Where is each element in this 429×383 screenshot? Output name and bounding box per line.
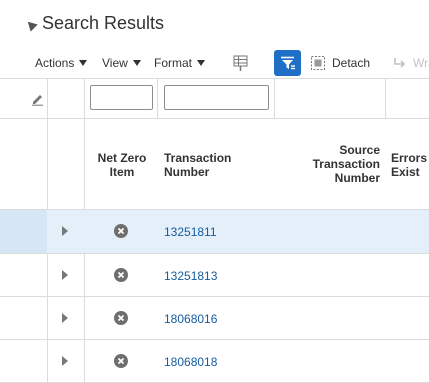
row-header[interactable] — [0, 254, 47, 297]
detach-label: Detach — [332, 56, 371, 70]
query-by-example-button[interactable] — [274, 50, 301, 76]
transaction-number-link[interactable]: 13251813 — [164, 269, 217, 283]
column-header-net-zero-item[interactable]: Net Zero Item — [94, 151, 150, 179]
expand-row-icon[interactable] — [62, 270, 68, 280]
detach-icon — [311, 56, 325, 70]
view-menu-label: View — [102, 56, 128, 70]
x-circle-icon — [114, 224, 128, 238]
header-text: Number — [164, 165, 210, 179]
column-header-source-transaction-number[interactable]: Source Transaction Number — [296, 143, 380, 185]
transaction-number-filter-input[interactable] — [164, 85, 269, 110]
header-text: Number — [334, 171, 380, 185]
row-header[interactable] — [0, 210, 47, 253]
expand-row-icon[interactable] — [62, 356, 68, 366]
expand-row-icon[interactable] — [62, 226, 68, 236]
results-toolbar: Actions View Format Detach Wr — [0, 48, 429, 78]
transaction-number-link[interactable]: 18068016 — [164, 312, 217, 326]
format-menu[interactable]: Format — [154, 48, 206, 78]
filter-icon — [280, 56, 295, 70]
row-header[interactable] — [0, 297, 47, 340]
section-title: Search Results — [42, 12, 165, 33]
header-text: Transaction — [312, 157, 380, 171]
divider — [0, 118, 429, 119]
freeze-columns-button[interactable] — [231, 49, 251, 77]
header-text: Net Zero — [97, 151, 147, 165]
chevron-down-icon — [197, 60, 206, 66]
view-menu[interactable]: View — [102, 48, 141, 78]
row-header[interactable] — [0, 340, 47, 383]
collapse-triangle-icon[interactable] — [24, 17, 38, 32]
header-text: Source — [339, 143, 380, 157]
divider — [0, 78, 429, 79]
x-circle-icon — [114, 354, 128, 368]
wrap-icon — [394, 58, 406, 68]
transaction-number-link[interactable]: 13251811 — [164, 225, 217, 239]
freeze-icon — [233, 55, 248, 71]
wrap-button[interactable]: Wra — [393, 48, 429, 78]
results-table: Net Zero Item Transaction Number Source … — [0, 78, 429, 383]
wrap-label: Wra — [413, 56, 429, 70]
table-row[interactable]: 13251811 — [0, 210, 429, 253]
header-text: Transaction — [164, 151, 232, 165]
header-text: Errors — [391, 151, 428, 165]
clear-filter-icon[interactable] — [31, 92, 45, 106]
x-circle-icon — [114, 311, 128, 325]
divider — [385, 78, 386, 118]
x-circle-icon — [114, 268, 128, 282]
table-row[interactable]: 13251813 — [0, 254, 429, 297]
header-text: Item — [109, 165, 135, 179]
header-text: Exist — [391, 165, 420, 179]
net-zero-filter-input[interactable] — [90, 85, 153, 110]
divider — [274, 78, 275, 118]
actions-menu-label: Actions — [35, 56, 75, 70]
transaction-number-link[interactable]: 18068018 — [164, 355, 217, 369]
search-results-header[interactable]: Search Results — [24, 11, 165, 35]
column-header-transaction-number[interactable]: Transaction Number — [164, 151, 231, 179]
detach-button[interactable]: Detach — [310, 48, 370, 78]
chevron-down-icon — [132, 60, 141, 66]
divider — [157, 78, 158, 118]
column-header-errors-exist[interactable]: Errors Exist — [391, 151, 427, 179]
chevron-down-icon — [79, 60, 88, 66]
table-row[interactable]: 18068016 — [0, 297, 429, 340]
format-menu-label: Format — [154, 56, 193, 70]
expand-row-icon[interactable] — [62, 313, 68, 323]
actions-menu[interactable]: Actions — [35, 48, 88, 78]
table-row[interactable]: 18068018 — [0, 340, 429, 383]
